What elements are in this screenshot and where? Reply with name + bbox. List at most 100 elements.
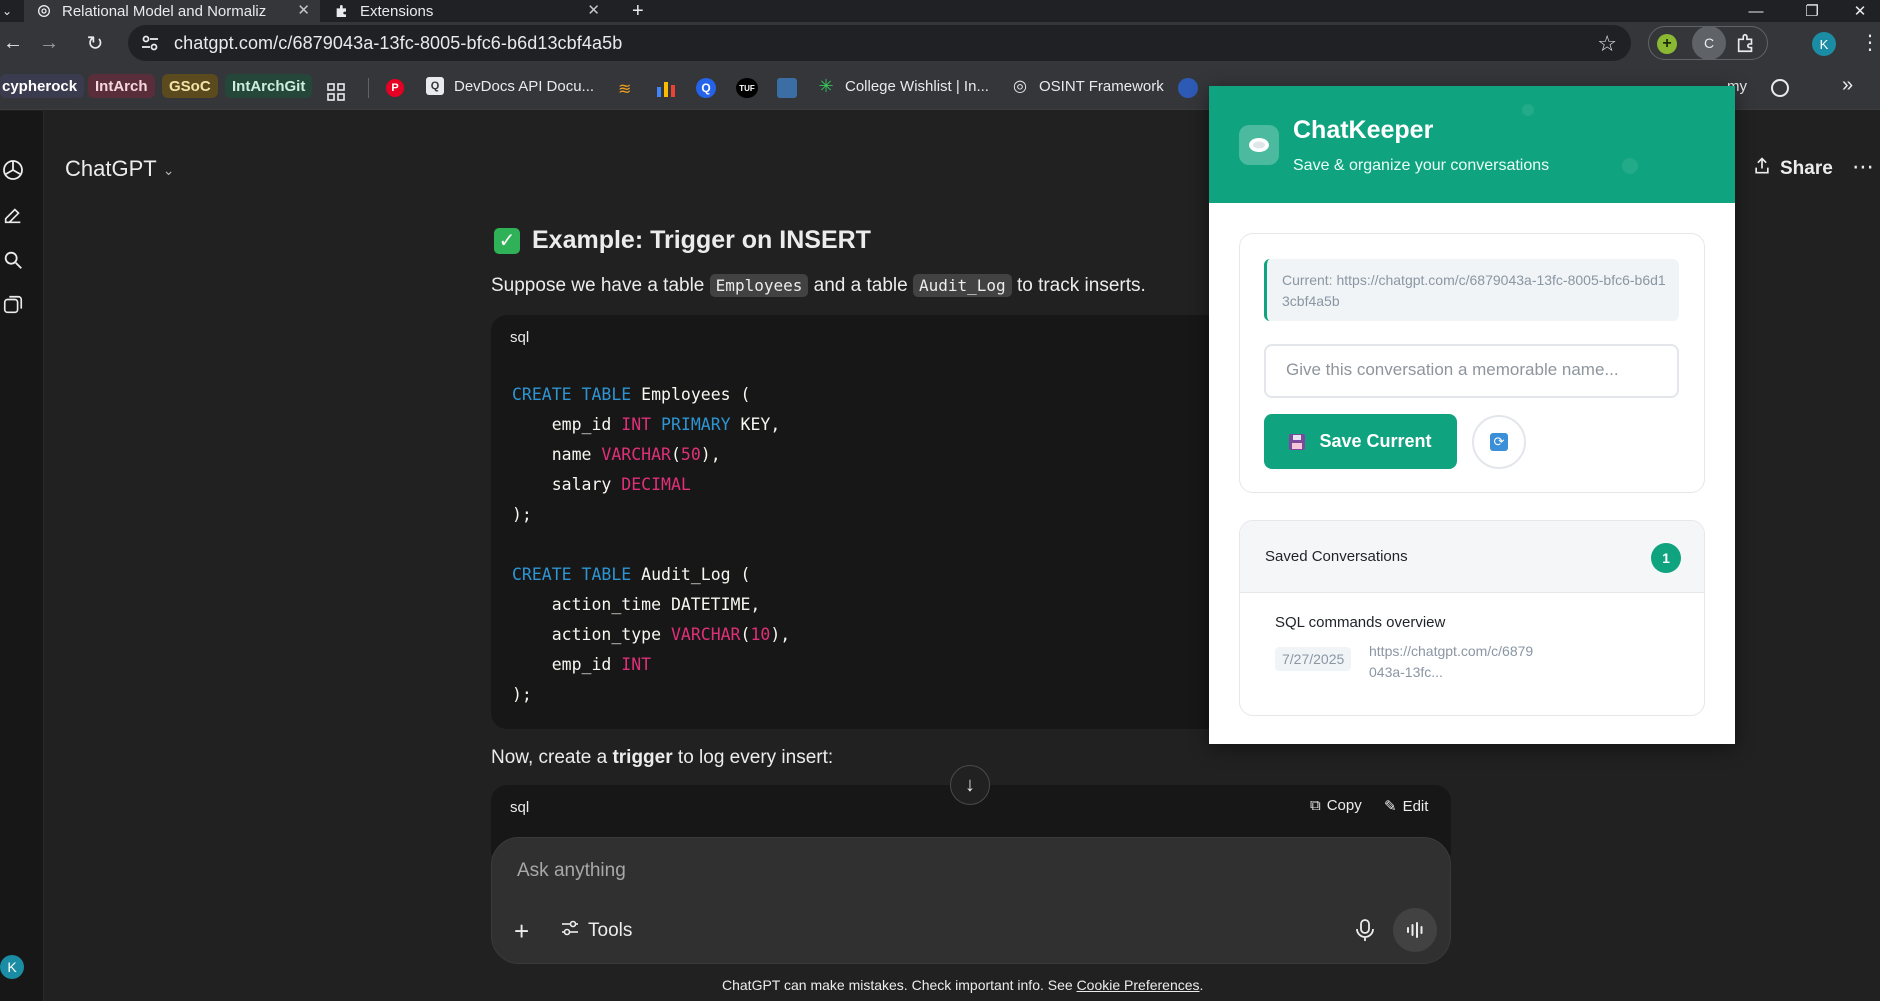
- trigger-paragraph: Now, create a trigger to log every inser…: [491, 747, 833, 769]
- tools-button[interactable]: Tools: [560, 918, 632, 943]
- edit-button[interactable]: ✎ Edit: [1384, 797, 1429, 816]
- library-icon[interactable]: [0, 292, 26, 318]
- profile-bookmark-icon[interactable]: [1178, 78, 1198, 98]
- back-button[interactable]: ←: [0, 30, 26, 56]
- tab-title: Extensions: [360, 2, 434, 20]
- bookmark-intarchgit[interactable]: IntArchGit: [225, 73, 313, 99]
- new-tab-button[interactable]: +: [620, 0, 660, 22]
- chatkeeper-extension-icon[interactable]: C: [1692, 26, 1726, 60]
- tab-strip: ⌄ Relational Model and Normaliz ✕ Extens…: [0, 0, 1880, 22]
- microphone-icon[interactable]: [1355, 918, 1375, 947]
- user-avatar[interactable]: K: [0, 955, 24, 979]
- globe-icon: ◎: [1013, 78, 1027, 95]
- bookmark-intarch[interactable]: IntArch: [88, 73, 155, 99]
- scroll-down-icon[interactable]: ↓: [950, 765, 990, 805]
- floppy-disk-icon: [1289, 433, 1306, 450]
- tuf-icon[interactable]: TUF: [736, 78, 758, 98]
- cookie-preferences-link[interactable]: Cookie Preferences: [1077, 977, 1200, 993]
- inline-code-employees: Employees: [709, 274, 809, 297]
- bookmark-star-icon[interactable]: ☆: [1597, 31, 1617, 57]
- tab-extensions[interactable]: Extensions ✕: [322, 0, 610, 22]
- close-window-button[interactable]: ✕: [1840, 0, 1880, 22]
- copy-icon: ⧉: [1310, 797, 1321, 814]
- save-button-label: Save Current: [1319, 431, 1432, 451]
- model-selector[interactable]: ChatGPT ⌄: [65, 156, 174, 182]
- extensions-puzzle-icon[interactable]: [1735, 32, 1757, 59]
- bookmark-devdocs[interactable]: Q DevDocs API Docu...: [426, 73, 594, 99]
- saved-item-title: SQL commands overview: [1275, 614, 1446, 631]
- more-options-icon[interactable]: ⋯: [1852, 154, 1875, 180]
- site-info-icon[interactable]: [140, 34, 160, 57]
- circle-bookmark-icon[interactable]: [1771, 79, 1789, 97]
- openai-icon: [36, 3, 52, 19]
- saved-conversations-card: Saved Conversations 1 SQL commands overv…: [1239, 520, 1705, 716]
- share-button[interactable]: Share: [1752, 156, 1833, 181]
- browser-toolbar: ← → ↻ chatgpt.com/c/6879043a-13fc-8005-b…: [0, 22, 1880, 64]
- saved-header: Saved Conversations 1: [1240, 521, 1704, 593]
- close-icon[interactable]: ✕: [297, 1, 310, 19]
- checkmark-icon: ✓: [494, 227, 520, 254]
- browser-menu-icon[interactable]: ⋮: [1860, 30, 1880, 55]
- tab-relational-model[interactable]: Relational Model and Normaliz ✕: [24, 0, 320, 22]
- composer: Ask anything + Tools: [491, 837, 1451, 964]
- current-url: Current: https://chatgpt.com/c/6879043a-…: [1282, 272, 1666, 309]
- saved-item-date: 7/27/2025: [1275, 647, 1352, 671]
- add-attachment-icon[interactable]: +: [514, 916, 529, 947]
- disclaimer-period: .: [1199, 977, 1204, 993]
- search-icon[interactable]: [0, 247, 26, 273]
- minimize-button[interactable]: —: [1732, 0, 1780, 22]
- conversation-name-input[interactable]: Give this conversation a memorable name.…: [1264, 344, 1679, 398]
- edit-label: Edit: [1402, 797, 1429, 815]
- model-name: ChatGPT: [65, 156, 157, 181]
- section-heading: ✓ Example: Trigger on INSERT: [494, 226, 871, 255]
- refresh-icon[interactable]: ⟳: [1472, 415, 1526, 469]
- more-bookmarks-icon[interactable]: »: [1842, 74, 1853, 97]
- close-icon[interactable]: ✕: [587, 1, 600, 19]
- bookmark-college-wishlist[interactable]: ✳ College Wishlist | In...: [817, 73, 989, 99]
- disclaimer: ChatGPT can make mistakes. Check importa…: [722, 977, 1203, 993]
- profile-avatar[interactable]: K: [1812, 32, 1836, 56]
- tab-title: Relational Model and Normaliz: [62, 2, 267, 20]
- chart-bookmark-icon[interactable]: [656, 79, 676, 102]
- stackoverflow-icon[interactable]: ≋: [618, 79, 631, 99]
- bookmarks-divider: [368, 78, 369, 98]
- composer-input[interactable]: Ask anything: [517, 860, 626, 882]
- tab-search-button[interactable]: ⌄: [0, 0, 16, 22]
- new-chat-icon[interactable]: [0, 202, 26, 228]
- decor-dot: [1522, 104, 1534, 116]
- restore-button[interactable]: ❐: [1788, 0, 1836, 22]
- saved-conversation-item[interactable]: SQL commands overview 7/27/2025 https://…: [1240, 594, 1704, 715]
- decor-dot: [1622, 158, 1638, 174]
- intro-paragraph: Suppose we have a table Employees and a …: [491, 274, 1146, 297]
- openai-logo-icon[interactable]: [0, 157, 26, 183]
- chevron-down-icon: ⌄: [162, 161, 175, 178]
- trigger-bold: trigger: [612, 747, 673, 768]
- apps-grid-icon[interactable]: [326, 82, 346, 102]
- reload-button[interactable]: ↻: [82, 30, 108, 56]
- address-bar[interactable]: chatgpt.com/c/6879043a-13fc-8005-bfc6-b6…: [128, 25, 1631, 61]
- pinterest-icon[interactable]: P: [386, 79, 404, 97]
- bookmark-q-icon[interactable]: Q: [696, 78, 716, 98]
- copy-label: Copy: [1326, 797, 1362, 814]
- bookmark-osint[interactable]: ◎ OSINT Framework: [1011, 73, 1164, 99]
- current-url-box: Current: https://chatgpt.com/c/6879043a-…: [1264, 259, 1679, 321]
- extension-green-icon[interactable]: +: [1657, 34, 1677, 54]
- url-text: chatgpt.com/c/6879043a-13fc-8005-bfc6-b6…: [174, 32, 623, 53]
- save-current-button[interactable]: Save Current: [1264, 414, 1457, 469]
- tools-label: Tools: [588, 919, 633, 941]
- bookmark-cypherock[interactable]: cypherock: [0, 73, 85, 99]
- bookmark-label: GSoC: [162, 74, 218, 98]
- chatgpt-sidebar-rail: K: [0, 111, 44, 1001]
- voice-mode-icon[interactable]: [1393, 908, 1437, 952]
- puzzle-icon: [334, 3, 350, 19]
- code-language-label: sql: [510, 799, 530, 816]
- heading-text: Example: Trigger on INSERT: [532, 226, 871, 254]
- bookmark-gsoc[interactable]: GSoC: [162, 73, 218, 99]
- chat-bubble-icon: [1239, 125, 1279, 165]
- copy-button[interactable]: ⧉ Copy: [1310, 797, 1362, 814]
- intro-text: Suppose we have a table: [491, 275, 705, 296]
- forward-button[interactable]: →: [36, 30, 62, 56]
- bookmark-label: College Wishlist | In...: [845, 77, 989, 95]
- avatar-bookmark-icon[interactable]: [777, 78, 797, 98]
- code-content[interactable]: CREATE TABLE Employees ( emp_id INT PRIM…: [512, 380, 790, 710]
